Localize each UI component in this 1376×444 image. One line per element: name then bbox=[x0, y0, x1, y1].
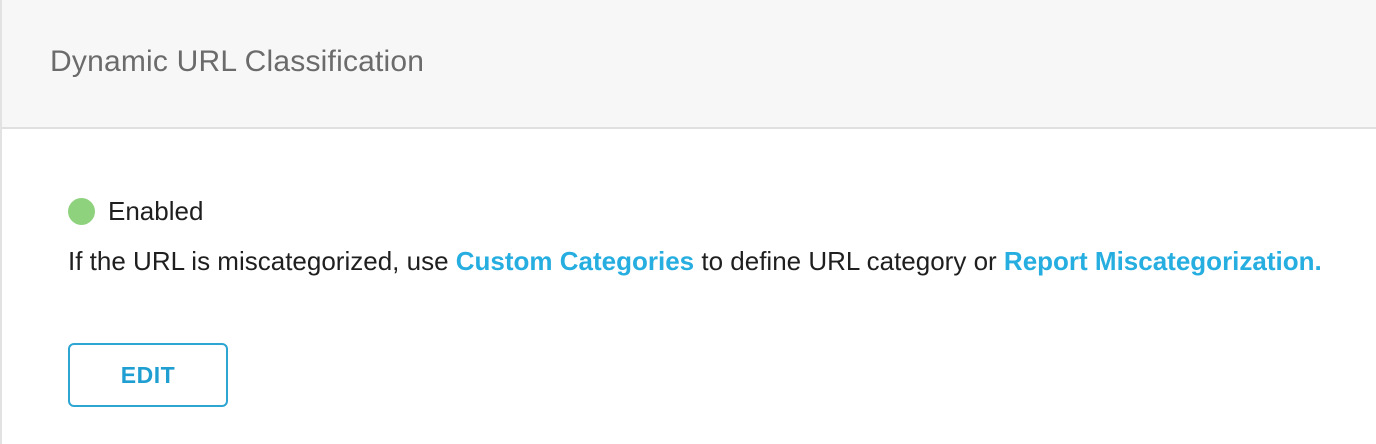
info-text-before: If the URL is miscategorized, use bbox=[68, 246, 456, 276]
status-indicator-icon bbox=[68, 198, 95, 225]
miscategorization-info: If the URL is miscategorized, use Custom… bbox=[68, 246, 1322, 277]
panel-title: Dynamic URL Classification bbox=[50, 44, 425, 78]
status-label: Enabled bbox=[108, 196, 204, 226]
report-miscategorization-link[interactable]: Report Miscategorization. bbox=[1004, 246, 1322, 276]
dynamic-url-classification-panel: Dynamic URL Classification Enabled If th… bbox=[0, 0, 1376, 444]
panel-header: Dynamic URL Classification bbox=[2, 0, 1376, 129]
custom-categories-link[interactable]: Custom Categories bbox=[456, 246, 694, 276]
info-text-middle: to define URL category or bbox=[694, 246, 1004, 276]
status-row: Enabled bbox=[68, 196, 203, 227]
edit-button[interactable]: EDIT bbox=[68, 343, 228, 407]
